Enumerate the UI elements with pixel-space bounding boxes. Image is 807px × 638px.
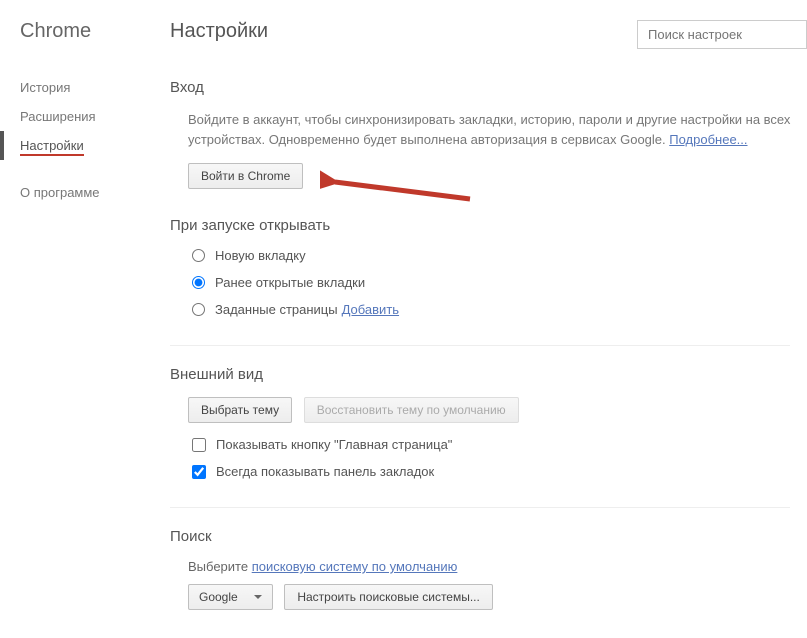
default-search-link[interactable]: поисковую систему по умолчанию <box>252 559 458 574</box>
section-appearance: Внешний вид Выбрать тему Восстановить те… <box>170 366 807 479</box>
sidebar-item-about[interactable]: О программе <box>20 178 160 207</box>
checkbox-label: Всегда показывать панель закладок <box>216 464 434 479</box>
section-search: Поиск Выберите поисковую систему по умол… <box>170 528 807 610</box>
divider <box>170 345 790 346</box>
sidebar-item-extensions[interactable]: Расширения <box>20 102 160 131</box>
main-content: Настройки Вход Войдите в аккаунт, чтобы … <box>160 0 807 638</box>
sidebar-item-settings[interactable]: Настройки <box>20 131 160 160</box>
search-desc: Выберите поисковую систему по умолчанию <box>188 559 807 574</box>
search-engine-value: Google <box>199 590 238 604</box>
sidebar: Chrome История Расширения Настройки О пр… <box>0 0 160 638</box>
checkbox-label: Показывать кнопку "Главная страница" <box>216 437 452 452</box>
radio-pages[interactable] <box>192 303 205 316</box>
search-engine-select[interactable]: Google <box>188 584 273 610</box>
section-title-appearance: Внешний вид <box>170 366 807 383</box>
sidebar-item-label: О программе <box>20 185 100 200</box>
checkbox-bookmarks-bar[interactable] <box>192 465 206 479</box>
radio-label: Заданные страницы <box>215 302 338 317</box>
reset-theme-button: Восстановить тему по умолчанию <box>304 397 519 423</box>
sidebar-item-label: Расширения <box>20 109 96 124</box>
section-startup: При запуске открывать Новую вкладку Ране… <box>170 217 807 317</box>
radio-continue[interactable] <box>192 276 205 289</box>
login-more-link[interactable]: Подробнее... <box>669 132 747 147</box>
checkbox-home-button[interactable] <box>192 438 206 452</box>
startup-option-continue[interactable]: Ранее открытые вкладки <box>192 275 807 290</box>
check-bookmarks-bar[interactable]: Всегда показывать панель закладок <box>192 464 807 479</box>
chevron-down-icon <box>254 595 262 599</box>
sidebar-item-history[interactable]: История <box>20 73 160 102</box>
section-title-login: Вход <box>170 79 807 96</box>
search-input[interactable] <box>637 20 807 49</box>
startup-add-link[interactable]: Добавить <box>342 302 399 317</box>
sidebar-item-label: История <box>20 80 70 95</box>
manage-search-engines-button[interactable]: Настроить поисковые системы... <box>284 584 493 610</box>
sidebar-item-label: Настройки <box>20 138 84 156</box>
choose-theme-button[interactable]: Выбрать тему <box>188 397 292 423</box>
startup-option-newtab[interactable]: Новую вкладку <box>192 248 807 263</box>
radio-newtab[interactable] <box>192 249 205 262</box>
startup-option-pages[interactable]: Заданные страницы Добавить <box>192 302 807 317</box>
check-home-button[interactable]: Показывать кнопку "Главная страница" <box>192 437 807 452</box>
section-title-startup: При запуске открывать <box>170 217 807 234</box>
search-desc-prefix: Выберите <box>188 559 252 574</box>
section-title-search: Поиск <box>170 528 807 545</box>
sign-in-button[interactable]: Войти в Chrome <box>188 163 303 189</box>
section-login: Вход Войдите в аккаунт, чтобы синхронизи… <box>170 79 807 189</box>
radio-label: Новую вкладку <box>215 248 306 263</box>
radio-label: Ранее открытые вкладки <box>215 275 365 290</box>
login-description: Войдите в аккаунт, чтобы синхронизироват… <box>188 110 807 149</box>
app-title: Chrome <box>20 20 160 43</box>
divider <box>170 507 790 508</box>
page-title: Настройки <box>170 20 268 43</box>
